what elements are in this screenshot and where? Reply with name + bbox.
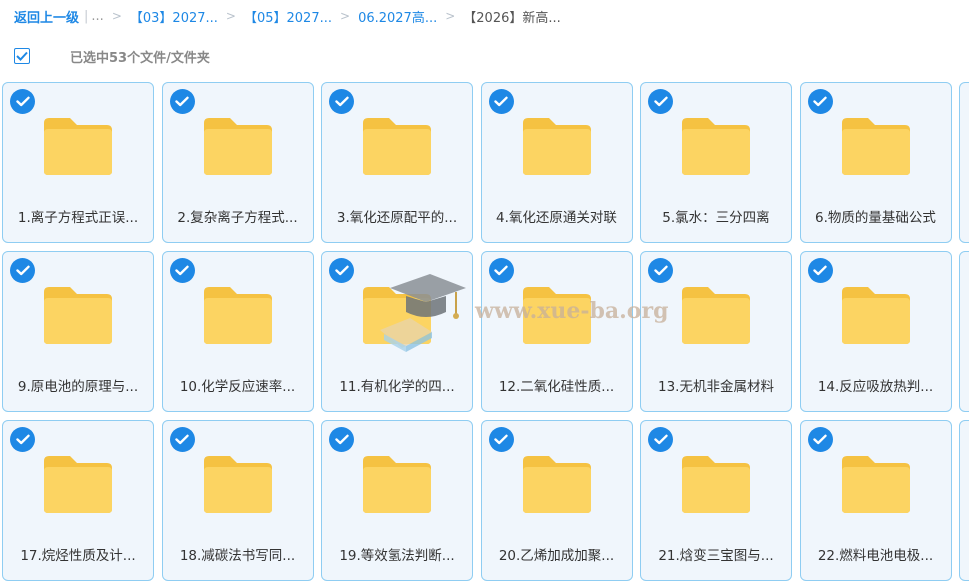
folder-icon (840, 284, 912, 346)
folder-icon (680, 115, 752, 177)
folder-icon (42, 115, 114, 177)
folder-icon (521, 453, 593, 515)
folder-icon (361, 453, 433, 515)
breadcrumb: 返回上一级 | ... > 【03】2027... > 【05】2027... … (14, 6, 561, 26)
folder-name: 19.等效氢法判断... (339, 548, 455, 564)
folder-card[interactable]: 2.复杂离子方程式... (161, 82, 314, 243)
selected-check-icon[interactable] (648, 89, 673, 114)
folder-card[interactable]: 20.乙烯加成加聚... (480, 420, 633, 581)
folder-card[interactable]: 18.减碳法书写同... (161, 420, 314, 581)
selected-check-icon[interactable] (169, 258, 195, 283)
folder-name: 11.有机化学的四... (339, 379, 455, 395)
folder-name: 6.物质的量基础公式 (815, 210, 936, 226)
folder-card-partial[interactable] (959, 420, 969, 581)
folder-name: 17.烷烃性质及计... (20, 548, 136, 564)
selected-check-icon[interactable] (488, 258, 514, 283)
folder-name: 1.离子方程式正误... (17, 210, 139, 226)
crumb-divider: | (84, 8, 89, 24)
selected-check-icon[interactable] (329, 89, 354, 114)
selected-check-icon[interactable] (488, 427, 514, 452)
selected-check-icon[interactable] (488, 89, 514, 114)
folder-card[interactable]: 5.氯水：三分四离 (640, 82, 792, 243)
folder-icon (42, 284, 114, 346)
back-link[interactable]: 返回上一级 (14, 7, 79, 26)
folder-name: 4.氧化还原通关对联 (496, 210, 617, 226)
crumb-separator: > (225, 9, 236, 23)
folder-name: 9.原电池的原理与... (17, 379, 139, 395)
folder-card[interactable]: 11.有机化学的四... (321, 251, 473, 412)
folder-card[interactable]: 9.原电池的原理与... (2, 251, 154, 412)
folder-card[interactable]: 3.氧化还原配平的... (321, 82, 473, 243)
folder-card[interactable]: 17.烷烃性质及计... (2, 420, 154, 581)
selected-check-icon[interactable] (329, 427, 354, 452)
folder-name: 10.化学反应速率... (179, 379, 296, 395)
folder-card[interactable]: 13.无机非金属材料 (640, 251, 792, 412)
folder-card[interactable]: 14.反应吸放热判... (799, 251, 952, 412)
selected-check-icon[interactable] (807, 89, 833, 114)
folder-icon (680, 284, 752, 346)
folder-icon (680, 453, 752, 515)
crumb-separator: > (111, 9, 122, 23)
folder-name: 14.反应吸放热判... (817, 379, 934, 395)
folder-name: 21.焓变三宝图与... (658, 548, 774, 564)
folder-name: 20.乙烯加成加聚... (498, 548, 615, 564)
selected-check-icon[interactable] (169, 427, 195, 452)
crumb-item-2[interactable]: 【05】2027... (244, 7, 332, 26)
folder-card[interactable]: 22.燃料电池电极... (799, 420, 952, 581)
folder-icon (202, 284, 274, 346)
crumb-current: 【2026】新高... (463, 10, 561, 26)
folder-icon (840, 453, 912, 515)
folder-icon (361, 284, 433, 346)
selected-check-icon[interactable] (648, 427, 673, 452)
crumb-item-3[interactable]: 06.2027高... (358, 7, 437, 26)
folder-name: 13.无机非金属材料 (658, 379, 774, 395)
selected-check-icon[interactable] (10, 89, 35, 114)
folder-name: 3.氧化还原配平的... (336, 210, 458, 226)
selected-check-icon[interactable] (169, 89, 195, 114)
folder-icon (521, 115, 593, 177)
folder-card[interactable]: 12.二氧化硅性质... (480, 251, 633, 412)
folder-icon (521, 284, 593, 346)
crumb-separator: > (340, 9, 351, 23)
folder-icon (202, 453, 274, 515)
folder-icon (42, 453, 114, 515)
selected-check-icon[interactable] (648, 258, 673, 283)
folder-icon (840, 115, 912, 177)
folder-name: 2.复杂离子方程式... (177, 210, 298, 226)
selected-check-icon[interactable] (10, 427, 35, 452)
folder-card-partial[interactable] (959, 82, 969, 243)
folder-card[interactable]: 19.等效氢法判断... (321, 420, 473, 581)
crumb-item-1[interactable]: 【03】2027... (130, 7, 218, 26)
crumb-separator: > (445, 9, 456, 23)
folder-name: 5.氯水：三分四离 (662, 210, 770, 226)
folder-name: 18.减碳法书写同... (179, 548, 296, 564)
folder-card[interactable]: 10.化学反应速率... (161, 251, 314, 412)
folder-card[interactable]: 6.物质的量基础公式 (799, 82, 952, 243)
selection-count-text: 已选中53个文件/文件夹 (70, 50, 210, 66)
selected-check-icon[interactable] (10, 258, 35, 283)
folder-card[interactable]: 4.氧化还原通关对联 (480, 82, 633, 243)
check-icon (16, 51, 28, 61)
selected-check-icon[interactable] (807, 258, 833, 283)
folder-name: 12.二氧化硅性质... (498, 379, 615, 395)
select-all-checkbox[interactable] (14, 48, 30, 64)
select-all-row: 已选中53个文件/文件夹 (14, 46, 210, 66)
folder-name: 22.燃料电池电极... (817, 548, 934, 564)
folder-icon (361, 115, 433, 177)
folder-card[interactable]: 21.焓变三宝图与... (640, 420, 792, 581)
folder-card-partial[interactable] (959, 251, 969, 412)
selected-check-icon[interactable] (329, 258, 354, 283)
crumb-ellipsis[interactable]: ... (91, 9, 103, 24)
selected-check-icon[interactable] (807, 427, 833, 452)
folder-card[interactable]: 1.离子方程式正误... (2, 82, 154, 243)
folder-icon (202, 115, 274, 177)
